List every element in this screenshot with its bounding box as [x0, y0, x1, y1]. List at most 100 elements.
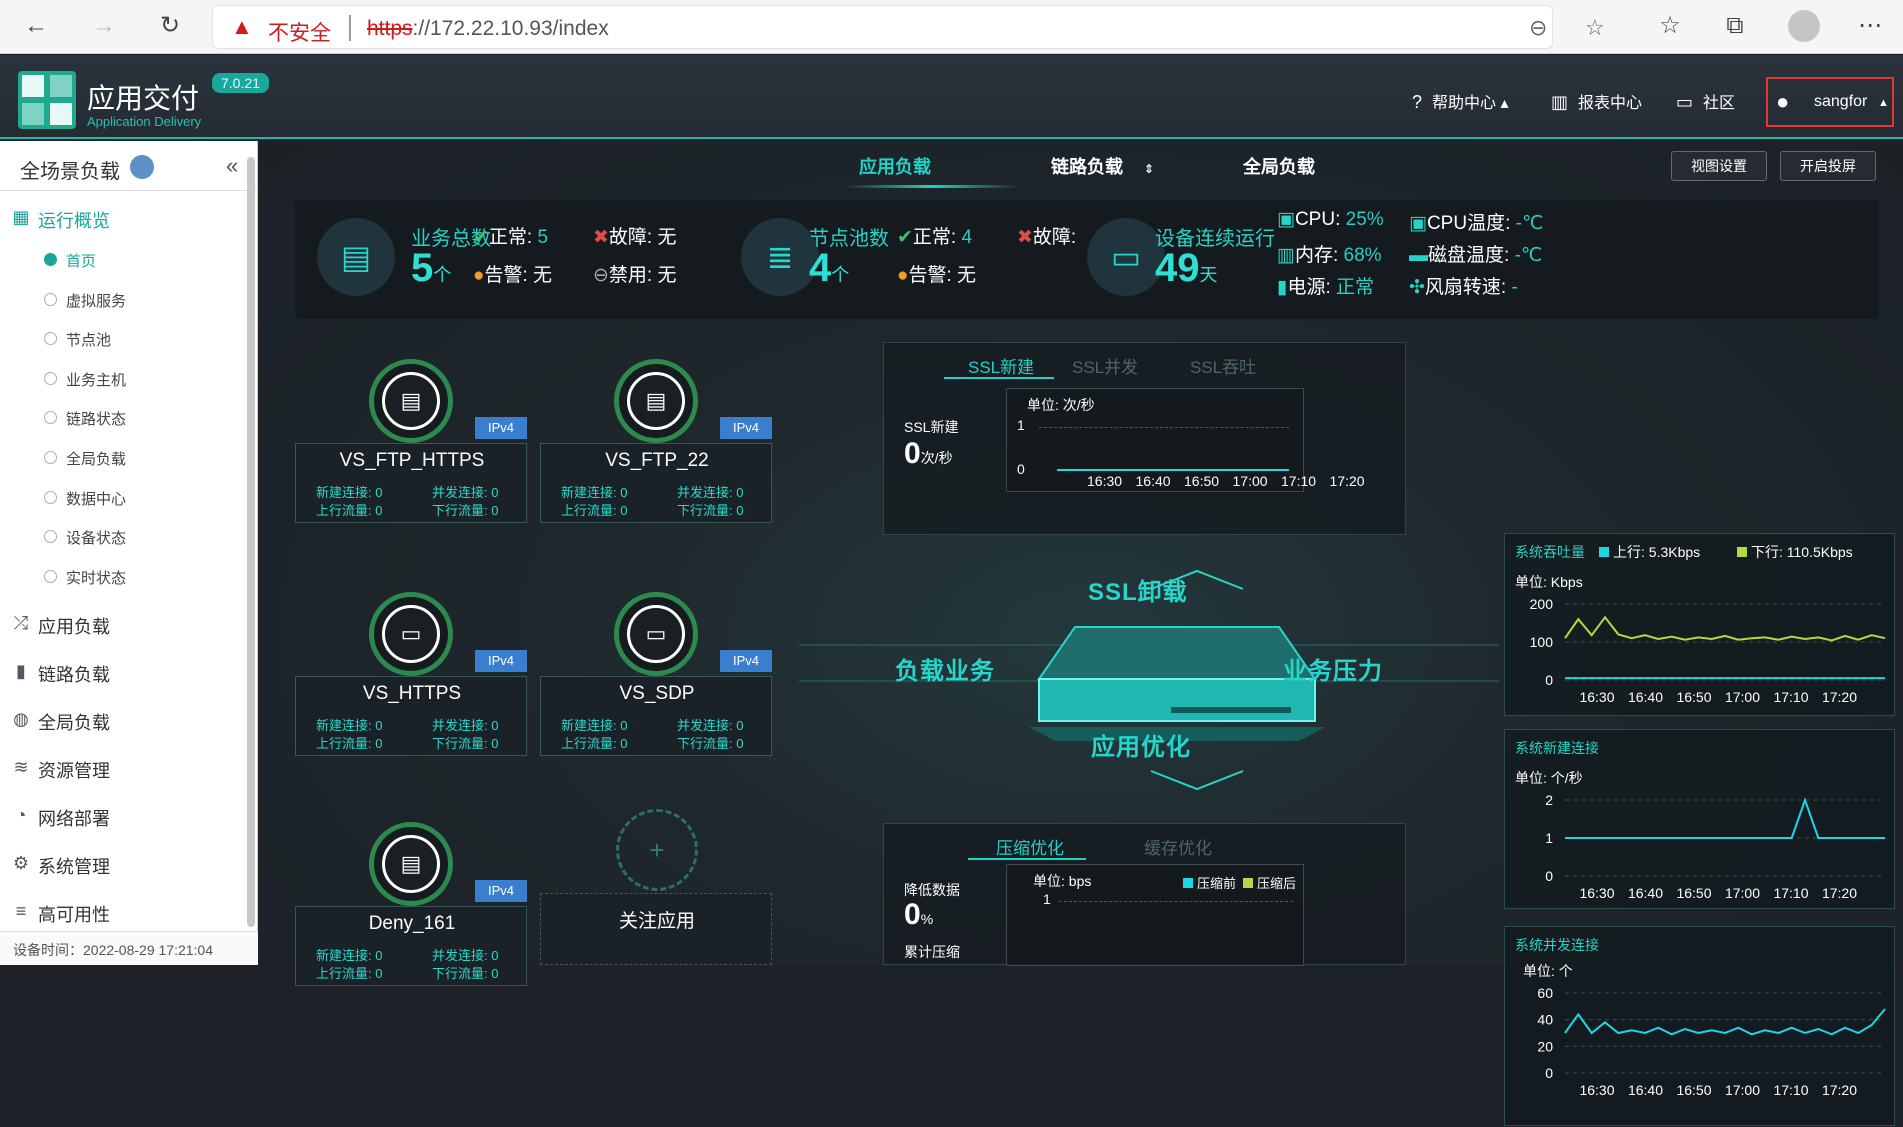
- tab-ssl-throughput[interactable]: SSL吞吐: [1190, 353, 1256, 378]
- virtual-service-card[interactable]: ▤ IPv4 VS_FTP_22 新建连接: 0 并发连接: 0 上行流量: 0 下行流量:…: [540, 359, 772, 523]
- forward-icon[interactable]: →: [86, 8, 122, 44]
- concurrent-conn: 并发连接: 0: [677, 485, 744, 500]
- url-text[interactable]: https://172.22.10.93/index: [367, 17, 609, 41]
- check-icon: ✔: [473, 227, 489, 248]
- x-tick-label: 17:10: [1773, 885, 1808, 901]
- profile-avatar[interactable]: [1788, 10, 1820, 42]
- pool-warn: ●告警: 无: [897, 265, 977, 286]
- tab-ssl-concurrent[interactable]: SSL并发: [1072, 353, 1138, 378]
- service-name: VS_HTTPS: [362, 683, 462, 704]
- ssl-xtick: 16:40: [1135, 473, 1171, 489]
- status-ring: ▤: [614, 359, 698, 443]
- sidebar-subitem[interactable]: 全局负载: [0, 439, 244, 477]
- main-dashboard: 应用负载 链路负载 ⇕ 全局负载 视图设置 开启投屏 ▤ 业务总数 5个 ✔正常…: [259, 141, 1903, 1126]
- add-icon[interactable]: +: [616, 809, 698, 891]
- add-app-box[interactable]: 关注应用: [540, 893, 772, 965]
- virtual-service-card[interactable]: ▭ IPv4 VS_HTTPS 新建连接: 0 并发连接: 0 上行流量: 0 下行流量: …: [295, 592, 527, 756]
- sidebar-item-overview[interactable]: ▦ 运行概览: [0, 199, 244, 239]
- tab-ssl-new[interactable]: SSL新建: [968, 353, 1034, 378]
- app-subtitle: Application Delivery: [87, 114, 202, 129]
- window-icon: ▭: [382, 605, 440, 663]
- service-info-box[interactable]: VS_HTTPS 新建连接: 0 并发连接: 0 上行流量: 0 下行流量: 0: [295, 676, 527, 756]
- tab-cache-opt[interactable]: 缓存优化: [1144, 834, 1212, 859]
- sidebar-subitem[interactable]: 设备状态: [0, 518, 244, 556]
- ssl-offload-label: SSL卸载: [1088, 579, 1188, 606]
- y-tick-label: 1: [1545, 830, 1553, 846]
- more-menu-icon[interactable]: ⋯: [1852, 8, 1888, 44]
- sidebar-group[interactable]: ⚙ 系统管理: [0, 845, 244, 885]
- grid-line: [1039, 427, 1289, 428]
- downstream: 下行流量: 0: [677, 736, 744, 751]
- screen-cast-button[interactable]: 开启投屏: [1780, 151, 1876, 181]
- service-info-box[interactable]: VS_SDP 新建连接: 0 并发连接: 0 上行流量: 0 下行流量: 0: [540, 676, 772, 756]
- legend-after: 压缩后: [1243, 873, 1296, 892]
- sidebar-group[interactable]: ⤮ 应用负载: [0, 605, 244, 645]
- x-tick-label: 16:30: [1579, 689, 1614, 705]
- service-name: VS_SDP: [619, 683, 695, 704]
- phone-icon: ▮: [16, 661, 26, 681]
- x-tick-label: 17:20: [1822, 1082, 1857, 1098]
- reduce-label: 降低数据: [904, 882, 960, 898]
- sidebar-group[interactable]: ◔ 网络部署: [0, 797, 244, 837]
- add-favorite-icon[interactable]: ☆: [1585, 15, 1605, 41]
- collapse-icon[interactable]: «: [226, 153, 238, 179]
- user-menu[interactable]: ● sangfor ▲: [1766, 77, 1894, 127]
- virtual-service-card[interactable]: ▭ IPv4 VS_SDP 新建连接: 0 并发连接: 0 上行流量: 0 下行流量: 0: [540, 592, 772, 756]
- sidebar-subitem[interactable]: 节点池: [0, 320, 244, 358]
- cpu-temp: ▣CPU温度: -℃: [1409, 213, 1544, 234]
- ip-version-badge: IPv4: [475, 417, 527, 439]
- node-pool-icon: ≣: [741, 218, 819, 296]
- sidebar-group[interactable]: ▮ 链路负载: [0, 653, 244, 693]
- sidebar-group[interactable]: ◍ 全局负载: [0, 701, 244, 741]
- view-settings-button[interactable]: 视图设置: [1671, 151, 1767, 181]
- sidebar-subitem[interactable]: 数据中心: [0, 479, 244, 517]
- sidebar-scrollbar[interactable]: [247, 157, 255, 927]
- ssl-xtick: 17:20: [1329, 473, 1365, 489]
- ssl-ytick: 1: [1017, 417, 1025, 433]
- throughput-panel: 系统吞吐量 上行: 5.3Kbps 下行: 110.5Kbps 单位: Kbps…: [1504, 533, 1895, 716]
- zoom-out-icon[interactable]: ⊖: [1529, 15, 1547, 41]
- dot-icon: [44, 451, 57, 464]
- ssl-panel: SSL新建 SSL并发 SSL吞吐 SSL新建 0次/秒 单位: 次/秒 1 0…: [883, 342, 1406, 535]
- favorites-icon[interactable]: ☆: [1652, 8, 1688, 44]
- service-info-box[interactable]: Deny_161 新建连接: 0 并发连接: 0 上行流量: 0 下行流量: 0: [295, 906, 527, 986]
- report-center-link[interactable]: ▥ 报表中心: [1551, 89, 1642, 113]
- virtual-service-card[interactable]: ▤ IPv4 VS_FTP_HTTPS 新建连接: 0 并发连接: 0 上行流量: 0 下行…: [295, 359, 527, 523]
- sidebar-subitem[interactable]: 链路状态: [0, 399, 244, 437]
- sidebar-subitem[interactable]: 首页: [0, 241, 244, 279]
- sidebar-group[interactable]: ≡ 高可用性: [0, 893, 244, 933]
- insecure-label: 不安全: [268, 22, 331, 45]
- back-icon[interactable]: ←: [18, 8, 54, 44]
- ip-version-badge: IPv4: [475, 650, 527, 672]
- service-name: Deny_161: [368, 913, 456, 934]
- x-tick-label: 16:40: [1628, 885, 1663, 901]
- service-info-box[interactable]: VS_FTP_HTTPS 新建连接: 0 并发连接: 0 上行流量: 0 下行流量: 0: [295, 443, 527, 523]
- tab-app-load[interactable]: 应用负载: [859, 153, 931, 179]
- sidebar-group[interactable]: ≋ 资源管理: [0, 749, 244, 789]
- uptime-value: 49天: [1155, 246, 1218, 290]
- address-bar[interactable]: ▲ 不安全 https://172.22.10.93/index ⊖ ☆: [212, 5, 1605, 49]
- add-app-card[interactable]: + 关注应用: [540, 809, 772, 965]
- collections-icon[interactable]: ⧉: [1717, 8, 1753, 44]
- tab-link-load[interactable]: 链路负载 ⇕: [1051, 153, 1154, 179]
- pool-total-value: 4个: [809, 246, 850, 290]
- layers-icon: ≋: [13, 757, 29, 777]
- biz-warn: ●告警: 无: [473, 265, 553, 286]
- virtual-service-card[interactable]: ▤ IPv4 Deny_161 新建连接: 0 并发连接: 0 上行流量: 0 下行流量: …: [295, 822, 527, 986]
- sidebar-subitem[interactable]: 虚拟服务: [0, 281, 244, 319]
- service-info-box[interactable]: VS_FTP_22 新建连接: 0 并发连接: 0 上行流量: 0 下行流量: 0: [540, 443, 772, 523]
- disk-temp: ▬磁盘温度: -℃: [1409, 245, 1543, 266]
- x-tick-label: 16:50: [1676, 1082, 1711, 1098]
- fan-icon: ✣: [1409, 277, 1425, 298]
- ip-version-badge: IPv4: [720, 650, 772, 672]
- tab-global-load[interactable]: 全局负载: [1243, 153, 1315, 179]
- tab-compress-opt[interactable]: 压缩优化: [996, 834, 1064, 859]
- sidebar-subitem[interactable]: 业务主机: [0, 360, 244, 398]
- concurrent-conn-panel: 系统并发连接 单位: 个 60 40 20 0 16:30 16:40 16:50 17:00…: [1504, 926, 1895, 1126]
- community-link[interactable]: ▭ 社区: [1676, 89, 1735, 113]
- refresh-icon[interactable]: ↻: [152, 8, 188, 44]
- help-center-menu[interactable]: ? 帮助中心 ▴: [1412, 89, 1509, 113]
- legend-before: 压缩前: [1183, 873, 1236, 892]
- sidebar-subitem[interactable]: 实时状态: [0, 558, 244, 596]
- series-line-1: [1564, 615, 1886, 642]
